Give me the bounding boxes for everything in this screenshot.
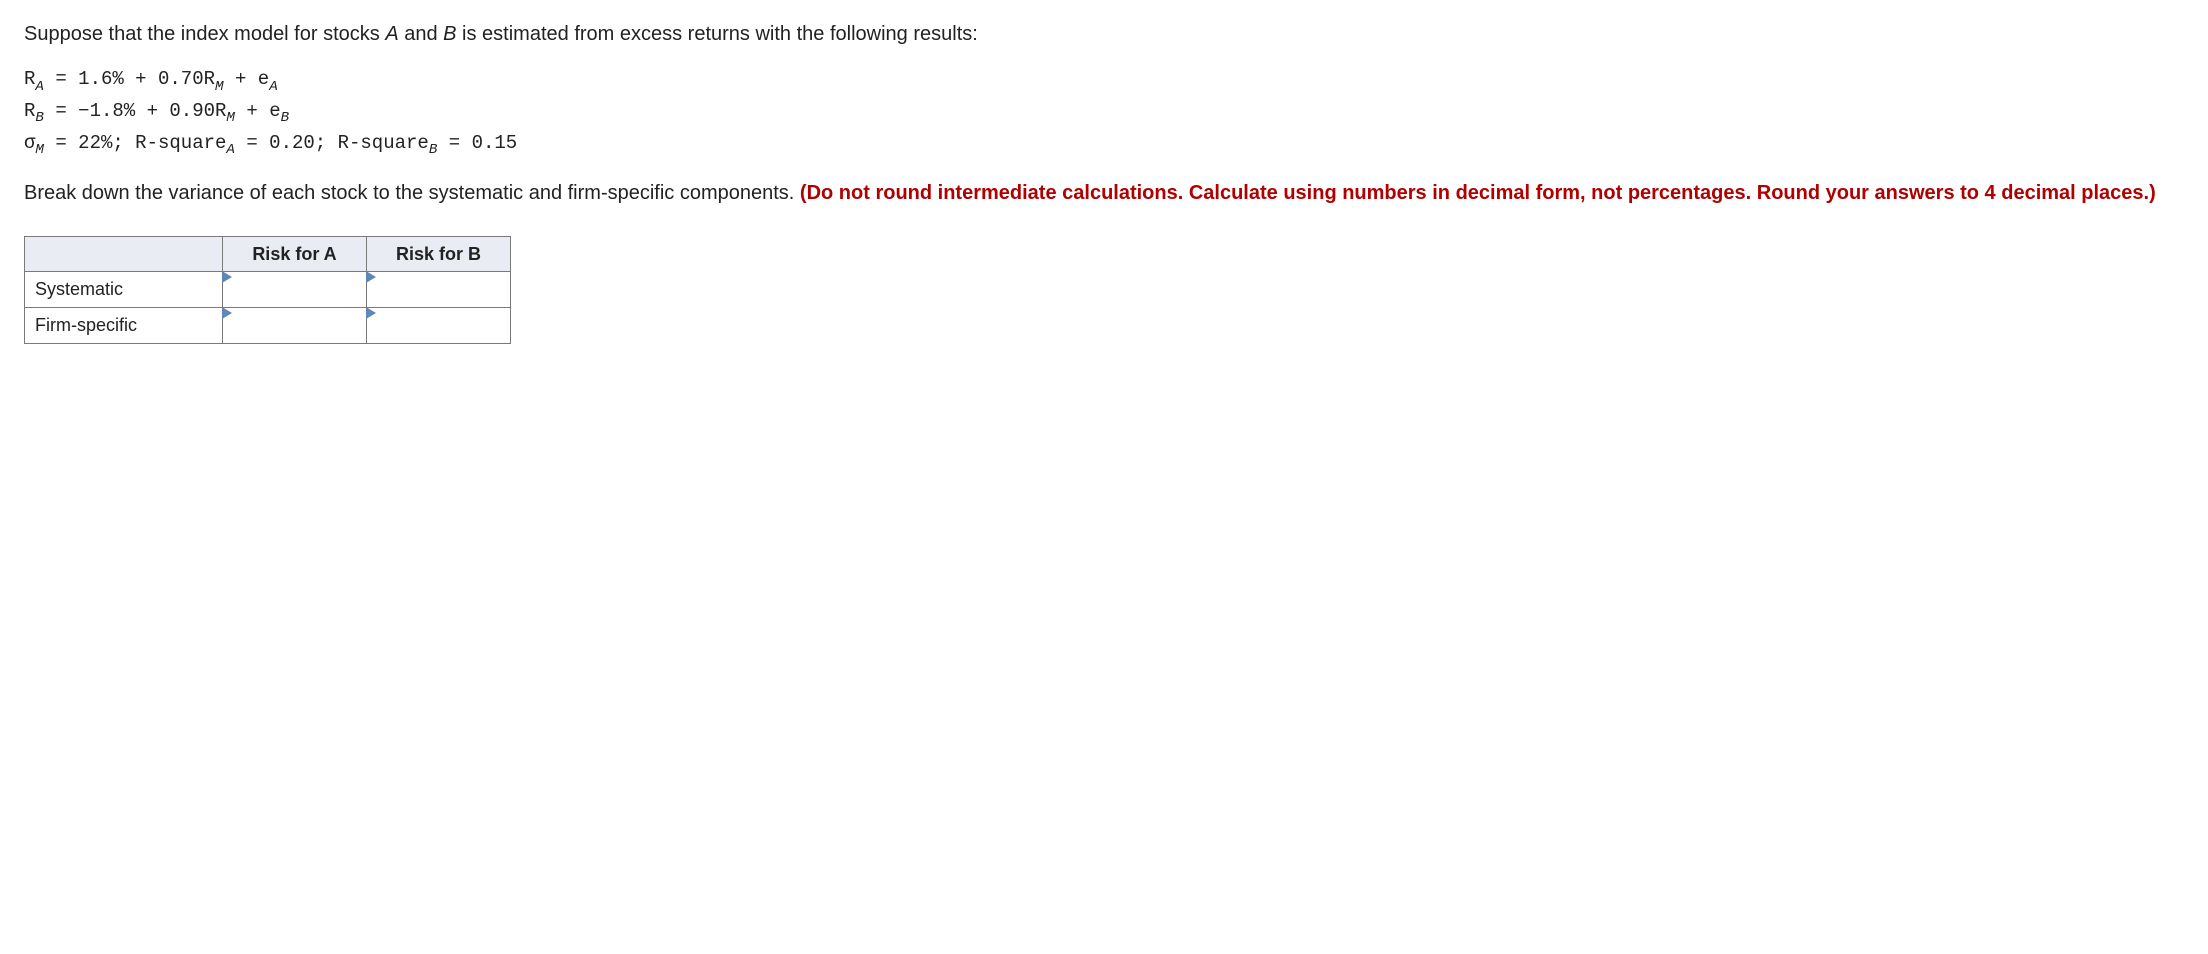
header-blank [25, 236, 223, 271]
triangle-icon [366, 271, 376, 283]
rsq-a-val: = 0.20; R-square [235, 132, 429, 154]
cell-systematic-a[interactable] [223, 271, 367, 307]
triangle-icon [222, 271, 232, 283]
instructions-plain: Break down the variance of each stock to… [24, 182, 800, 204]
instructions-highlight: (Do not round intermediate calculations.… [800, 182, 2156, 204]
rb-plus: + [235, 100, 269, 122]
rb-symbol: R [24, 100, 35, 122]
intro-pre: Suppose that the index model for stocks [24, 23, 385, 45]
equation-ra: RA = 1.6% + 0.70RM + eA [24, 65, 2184, 97]
input-systematic-a[interactable] [233, 276, 356, 303]
input-firm-specific-b[interactable] [377, 312, 500, 339]
instructions: Break down the variance of each stock to… [24, 179, 2184, 208]
header-risk-b: Risk for B [367, 236, 511, 271]
sigma-subscript: M [35, 142, 44, 158]
rsq-a-subscript: A [226, 142, 235, 158]
triangle-icon [222, 307, 232, 319]
sigma-symbol: σ [24, 132, 35, 154]
row-label-firm-specific: Firm-specific [25, 307, 223, 343]
cell-firm-specific-b[interactable] [367, 307, 511, 343]
rsq-b-val: = 0.15 [437, 132, 517, 154]
ra-body: = 1.6% + 0.70 [44, 68, 204, 90]
rm1-subscript: M [215, 79, 224, 95]
rm2-subscript: M [226, 110, 235, 126]
rm2-symbol: R [215, 100, 226, 122]
table-row: Systematic [25, 271, 511, 307]
triangle-icon [366, 307, 376, 319]
rsq-b-subscript: B [429, 142, 438, 158]
intro-post: is estimated from excess returns with th… [457, 23, 978, 45]
cell-firm-specific-a[interactable] [223, 307, 367, 343]
intro-mid: and [399, 23, 443, 45]
eb-symbol: e [269, 100, 280, 122]
cell-systematic-b[interactable] [367, 271, 511, 307]
table-row: Firm-specific [25, 307, 511, 343]
sigma-body: = 22%; R-square [44, 132, 226, 154]
equation-rb: RB = −1.8% + 0.90RM + eB [24, 97, 2184, 129]
rb-body: = −1.8% + 0.90 [44, 100, 215, 122]
input-firm-specific-a[interactable] [233, 312, 356, 339]
problem-intro: Suppose that the index model for stocks … [24, 20, 2184, 49]
stock-a: A [385, 23, 398, 45]
ra-plus: + [224, 68, 258, 90]
rm1-symbol: R [204, 68, 215, 90]
row-label-systematic: Systematic [25, 271, 223, 307]
stock-b: B [443, 23, 456, 45]
ea-subscript: A [269, 79, 278, 95]
equation-sigma: σM = 22%; R-squareA = 0.20; R-squareB = … [24, 129, 2184, 161]
rb-subscript: B [35, 110, 44, 126]
equations-block: RA = 1.6% + 0.70RM + eA RB = −1.8% + 0.9… [24, 65, 2184, 161]
ra-symbol: R [24, 68, 35, 90]
input-systematic-b[interactable] [377, 276, 500, 303]
answer-table: Risk for A Risk for B Systematic Firm-sp… [24, 236, 511, 344]
header-risk-a: Risk for A [223, 236, 367, 271]
ea-symbol: e [258, 68, 269, 90]
eb-subscript: B [281, 110, 290, 126]
ra-subscript: A [35, 79, 44, 95]
